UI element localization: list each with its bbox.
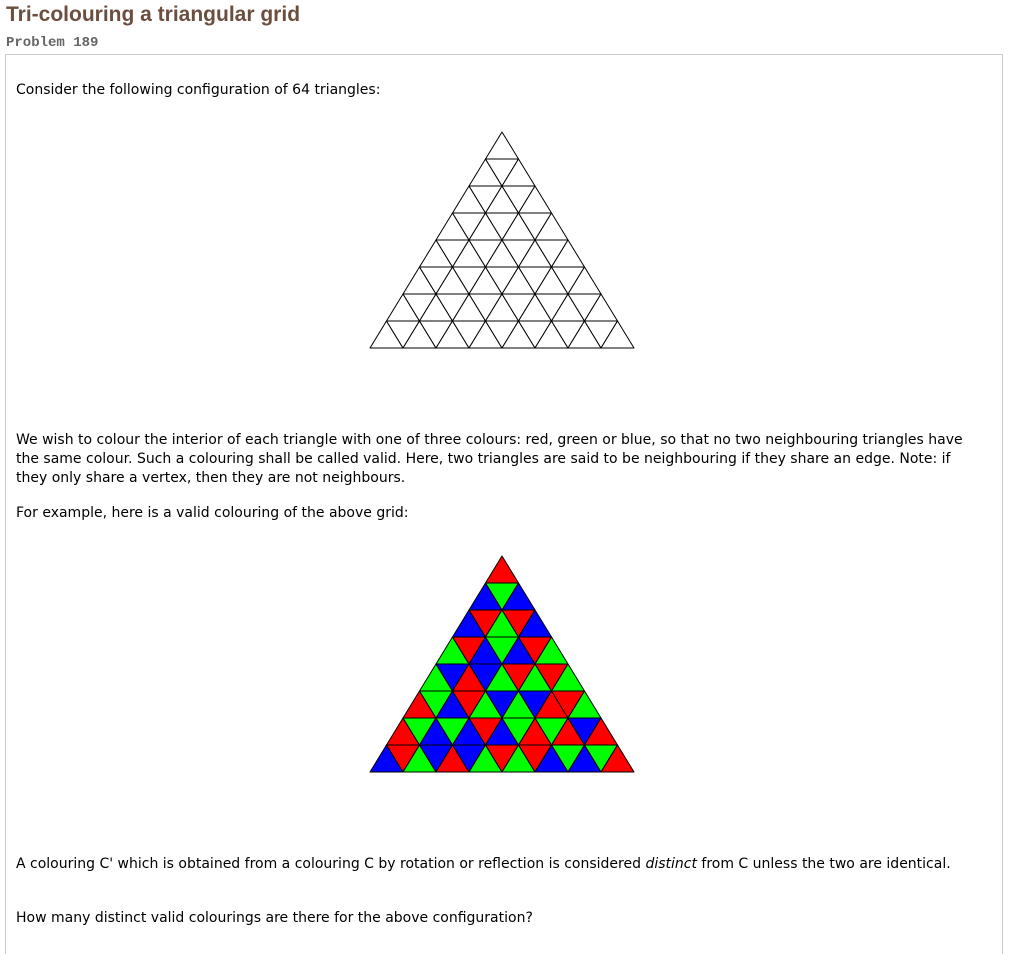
problem-number: Problem 189 [6, 35, 99, 51]
grid-triangle [485, 555, 519, 584]
intro-paragraph: Consider the following configuration of … [16, 82, 381, 98]
distinctness-text-end: from C unless the two are identical. [696, 856, 951, 872]
triangular-grid-figure [369, 131, 635, 349]
grid-triangle [485, 131, 519, 160]
problem-title: Tri-colouring a triangular grid [6, 3, 301, 26]
rules-paragraph: We wish to colour the interior of each t… [16, 432, 963, 486]
coloured-grid-figure [369, 555, 635, 773]
question-paragraph: How many distinct valid colourings are t… [16, 910, 533, 926]
problem-content: Consider the following configuration of … [5, 54, 1003, 954]
distinct-emphasis: distinct [645, 856, 697, 872]
distinctness-paragraph: A colouring C' which is obtained from a … [16, 855, 981, 874]
example-paragraph: For example, here is a valid colouring o… [16, 505, 409, 521]
distinctness-text-start: A colouring C' which is obtained from a … [16, 856, 646, 872]
